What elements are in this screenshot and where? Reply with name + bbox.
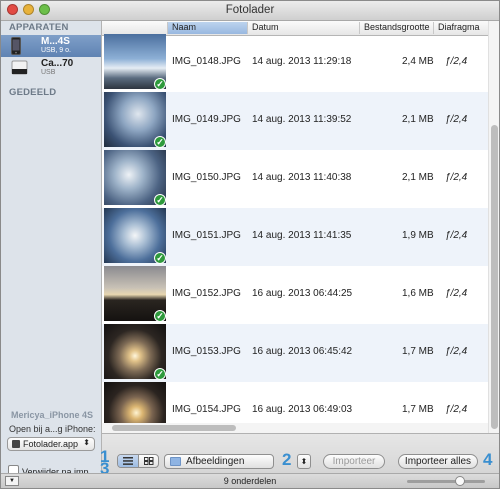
photo-aperture: ƒ/2,4 (445, 288, 468, 299)
photo-size: 1,9 MB (402, 230, 434, 241)
grid-view-button[interactable] (139, 455, 158, 467)
photo-aperture: ƒ/2,4 (445, 56, 468, 67)
sidebar: APPARATEN M...4S USB, 9 o. Ca...70 USB G… (1, 21, 102, 477)
photo-aperture: ƒ/2,4 (445, 404, 468, 415)
photo-name: IMG_0148.JPG (172, 56, 241, 67)
column-header-size[interactable]: Bestandsgrootte (360, 22, 434, 34)
imported-check-icon: ✓ (154, 252, 166, 264)
table-row[interactable]: ✓ IMG_0150.JPG 14 aug. 2013 11:40:38 2,1… (102, 150, 488, 208)
imported-check-icon: ✓ (154, 310, 166, 322)
import-button[interactable]: Importeer (323, 454, 385, 469)
photo-aperture: ƒ/2,4 (445, 346, 468, 357)
open-with-app-value: Fotolader.app (23, 439, 79, 449)
photo-date: 16 aug. 2013 06:44:25 (252, 288, 353, 299)
shared-header: GEDEELD (9, 87, 57, 98)
thumbnail-size-knob[interactable] (455, 476, 465, 486)
selected-device-label: Mericya_iPhone 4S (11, 410, 94, 420)
open-with-app-select[interactable]: Fotolader.app ⬍ (7, 437, 95, 451)
status-bar: ▼ 9 onderdelen (1, 473, 499, 488)
device-connection: USB, 9 o. (41, 47, 71, 54)
device-connection: USB (41, 69, 56, 76)
view-mode-switch[interactable] (117, 454, 159, 468)
sidebar-device-iphone[interactable]: M...4S USB, 9 o. (1, 35, 101, 57)
photo-name: IMG_0150.JPG (172, 172, 241, 183)
column-header-date[interactable]: Datum (248, 22, 360, 34)
photo-size: 1,7 MB (402, 346, 434, 357)
photo-size: 2,1 MB (402, 172, 434, 183)
thumbnail-size-slider[interactable] (407, 476, 485, 486)
import-folder-select[interactable]: Afbeeldingen (164, 454, 274, 469)
callout-number: 2 (282, 450, 292, 469)
table-row[interactable]: ✓ IMG_0151.JPG 14 aug. 2013 11:41:35 1,9… (102, 208, 488, 266)
photo-date: 14 aug. 2013 11:41:35 (252, 230, 352, 241)
title-bar: Fotolader (1, 1, 499, 21)
table-row[interactable]: ✓ IMG_0149.JPG 14 aug. 2013 11:39:52 2,1… (102, 92, 488, 150)
column-header-name[interactable]: Naam (168, 22, 248, 34)
photo-name: IMG_0149.JPG (172, 114, 241, 125)
list-view-button[interactable] (118, 455, 139, 467)
table-row[interactable]: ✓ IMG_0153.JPG 16 aug. 2013 06:45:42 1,7… (102, 324, 488, 382)
photo-size: 2,4 MB (402, 56, 434, 67)
import-all-button[interactable]: Importeer alles (398, 454, 478, 469)
photo-date: 14 aug. 2013 11:29:18 (252, 56, 352, 67)
photo-name: IMG_0153.JPG (172, 346, 241, 357)
grid-view-icon (144, 457, 154, 465)
folder-icon (170, 457, 181, 466)
imported-check-icon: ✓ (154, 368, 166, 380)
camera-icon (11, 60, 28, 75)
iphone-icon (11, 37, 21, 55)
import-folder-value: Afbeeldingen (186, 456, 245, 467)
callout-number: 4 (483, 450, 493, 469)
photo-date: 14 aug. 2013 11:40:38 (252, 172, 352, 183)
device-name: M...4S (41, 36, 70, 47)
app-icon (12, 440, 20, 448)
sidebar-device-camera[interactable]: Ca...70 USB (1, 57, 101, 79)
select-arrows-icon: ⬍ (83, 438, 90, 447)
fotolader-window: Fotolader APPARATEN M...4S USB, 9 o. Ca.… (0, 0, 500, 489)
imported-check-icon: ✓ (154, 194, 166, 206)
horizontal-scrollbar[interactable] (102, 423, 488, 433)
photo-name: IMG_0151.JPG (172, 230, 241, 241)
vertical-scrollbar[interactable] (488, 21, 499, 433)
list-view-icon (123, 457, 133, 465)
open-with-label: Open bij a...g iPhone: (9, 424, 96, 434)
photo-size: 1,6 MB (402, 288, 434, 299)
photo-size: 1,7 MB (402, 404, 434, 415)
table-row[interactable]: ✓ IMG_0148.JPG 14 aug. 2013 11:29:18 2,4… (102, 34, 488, 92)
import-toolbar: Afbeeldingen ⬍ Importeer Importeer alles (102, 433, 499, 473)
vertical-scroll-thumb[interactable] (491, 125, 498, 429)
photo-list: Naam Datum Bestandsgrootte Diafragma ✓ I… (102, 21, 499, 433)
photo-aperture: ƒ/2,4 (445, 114, 468, 125)
window-title: Fotolader (225, 4, 275, 16)
imported-check-icon: ✓ (154, 78, 166, 90)
device-name: Ca...70 (41, 58, 74, 69)
photo-name: IMG_0154.JPG (172, 404, 241, 415)
column-header-aperture[interactable]: Diafragma (434, 22, 492, 34)
table-row[interactable]: ✓ IMG_0152.JPG 16 aug. 2013 06:44:25 1,6… (102, 266, 488, 324)
devices-header: APPARATEN (9, 22, 69, 33)
photo-date: 14 aug. 2013 11:39:52 (252, 114, 352, 125)
photo-size: 2,1 MB (402, 114, 434, 125)
photo-date: 16 aug. 2013 06:45:42 (252, 346, 353, 357)
photo-name: IMG_0152.JPG (172, 288, 241, 299)
photo-aperture: ƒ/2,4 (445, 230, 468, 241)
photo-date: 16 aug. 2013 06:49:03 (252, 404, 353, 415)
horizontal-scroll-thumb[interactable] (112, 425, 236, 431)
import-folder-stepper[interactable]: ⬍ (297, 454, 311, 469)
imported-check-icon: ✓ (154, 136, 166, 148)
photo-aperture: ƒ/2,4 (445, 172, 468, 183)
column-thumbnail (102, 22, 168, 34)
